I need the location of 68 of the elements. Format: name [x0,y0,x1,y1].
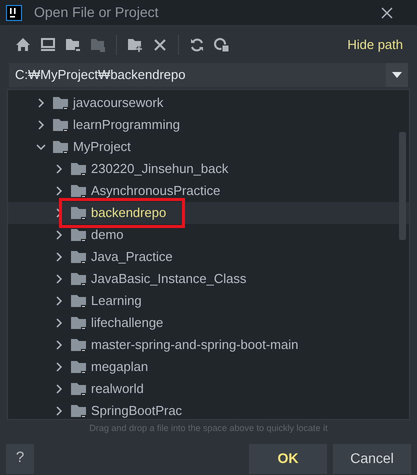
chevron-right-icon[interactable] [54,318,64,328]
folder-icon [71,338,87,352]
tree-row[interactable]: master-spring-and-spring-boot-main [8,334,409,356]
tree-row[interactable]: Java_Practice [8,246,409,268]
scrollbar-thumb[interactable] [399,132,406,240]
folder-name: AsynchronousPractice [91,182,220,200]
tree-row[interactable]: JavaBasic_Instance_Class [8,268,409,290]
folder-icon [53,96,69,110]
tree-row[interactable]: demo [8,224,409,246]
chevron-right-icon[interactable] [54,252,64,262]
folder-icon [71,316,87,330]
chevron-right-icon[interactable] [36,98,46,108]
chevron-right-icon[interactable] [54,230,64,240]
folder-icon [71,250,87,264]
chevron-right-icon[interactable] [54,384,64,394]
folder-name: javacoursework [73,94,164,112]
chevron-right-icon[interactable] [54,164,64,174]
tree-row[interactable]: learnProgramming [8,114,409,136]
chevron-right-icon[interactable] [36,120,46,130]
chevron-right-icon[interactable] [54,406,64,416]
dropdown-button[interactable] [386,63,408,87]
caret-icon [392,72,402,78]
folder-name: realworld [91,380,144,398]
folder-name: MyProject [73,138,131,156]
folder-name: JavaBasic_Instance_Class [91,270,246,288]
chevron-right-icon[interactable] [54,274,64,284]
folder-name: Learning [91,292,142,310]
app-logo-icon [6,4,22,20]
chevron-right-icon[interactable] [54,362,64,372]
folder-icon [71,228,87,242]
folder-name: 230220_Jinsehun_back [91,160,228,178]
hide-path-link[interactable]: Hide path [347,35,403,55]
tree-row[interactable]: megaplan [8,356,409,378]
tree-row[interactable]: MyProject [8,136,409,158]
folder-icon [71,272,87,286]
chevron-down-icon[interactable] [36,142,46,152]
window-title: Open File or Project [34,3,158,22]
folder-icon [53,140,69,154]
tree-row[interactable]: Learning [8,290,409,312]
ok-button[interactable]: OK [249,444,327,474]
tree-row[interactable]: realworld [8,378,409,400]
folder-icon [71,294,87,308]
folder-name: Java_Practice [91,248,173,266]
folder-icon [71,184,87,198]
tree-row[interactable]: javacoursework [8,92,409,114]
folder-name: learnProgramming [73,116,180,134]
folder-icon [71,162,87,176]
folder-icon [53,118,69,132]
tree-row[interactable]: lifechallenge [8,312,409,334]
folder-icon [71,206,87,220]
close-icon[interactable] [381,6,393,18]
chevron-right-icon[interactable] [54,186,64,196]
cancel-button[interactable]: Cancel [333,444,411,474]
folder-name: megaplan [91,358,148,376]
chevron-right-icon[interactable] [54,340,64,350]
folder-icon [71,382,87,396]
folder-icon [71,360,87,374]
folder-name: master-spring-and-spring-boot-main [91,336,298,354]
path-field[interactable]: C:₩MyProject₩backendrepo [9,63,408,87]
folder-name: lifechallenge [91,314,164,332]
chevron-right-icon[interactable] [54,296,64,306]
folder-name: backendrepo [91,204,166,222]
folder-name: SpringBootPrac [91,402,182,419]
tree-row[interactable]: SpringBootPrac [8,400,409,419]
tree-row[interactable]: AsynchronousPractice [8,180,409,202]
tree-row[interactable]: 230220_Jinsehun_back [8,158,409,180]
folder-name: demo [91,226,124,244]
help-button[interactable]: ? [6,444,34,474]
